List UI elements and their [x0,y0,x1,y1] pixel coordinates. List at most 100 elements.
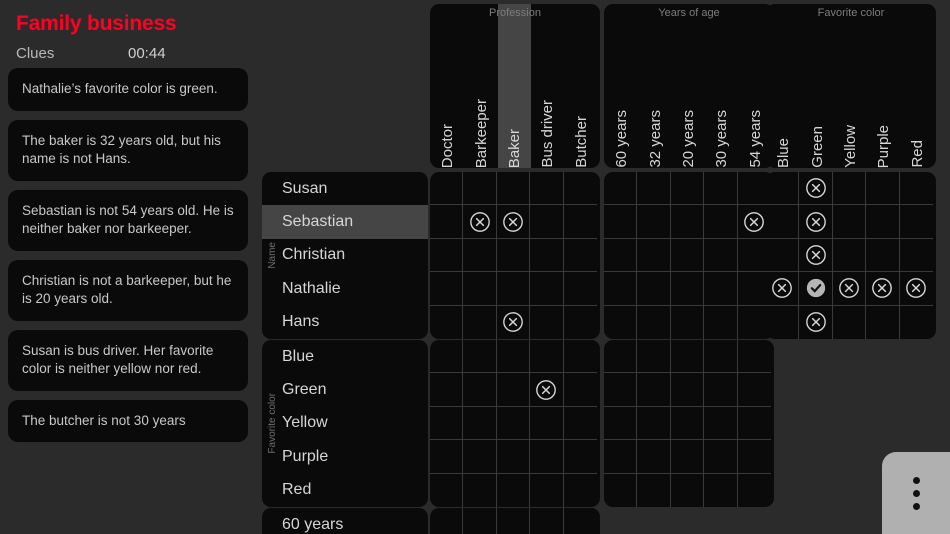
cell-color-age-0-3[interactable] [704,340,738,374]
cell-color-profession-3-0[interactable] [430,440,464,474]
cell-color-profession-2-1[interactable] [463,406,497,441]
cell-name-color-4-1[interactable] [799,305,833,339]
clue-card[interactable]: Sebastian is not 54 years old. He is nei… [8,189,248,251]
cell-name-age-3-0[interactable] [604,272,638,306]
cell-color-profession-3-3[interactable] [530,440,564,474]
row-header-name-4[interactable]: Hans [262,306,428,339]
cell-color-profession-4-4[interactable] [564,474,597,507]
cell-name-color-3-4[interactable] [899,272,933,306]
cell-name-profession-1-0[interactable] [430,205,464,239]
row-header-age-0[interactable]: 60 years [262,508,428,534]
row-header-color-4[interactable]: Red [262,474,428,507]
column-header-profession-4[interactable]: Butcher [565,4,598,168]
cell-name-profession-1-1[interactable] [463,205,497,239]
cell-name-color-3-0[interactable] [766,272,800,306]
column-header-color-3[interactable]: Purple [867,4,900,168]
cell-color-profession-0-1[interactable] [463,340,497,374]
row-header-color-2[interactable]: Yellow [262,407,428,440]
cell-color-age-3-4[interactable] [737,440,771,474]
cell-color-age-3-3[interactable] [704,440,738,474]
row-header-color-0[interactable]: Blue [262,340,428,373]
cell-name-age-3-3[interactable] [704,272,738,306]
cell-color-profession-4-0[interactable] [430,473,464,507]
row-header-name-1[interactable]: Sebastian [262,205,428,239]
cell-name-profession-3-3[interactable] [530,272,564,306]
cell-color-age-4-4[interactable] [738,474,771,507]
cell-color-age-4-3[interactable] [704,473,738,507]
cell-name-age-4-3[interactable] [704,305,738,339]
cell-name-color-0-2[interactable] [832,172,867,206]
cell-name-color-4-2[interactable] [833,305,867,339]
cell-name-age-0-1[interactable] [637,172,671,206]
cell-name-profession-3-0[interactable] [430,272,464,306]
cell-color-profession-3-1[interactable] [463,440,497,474]
cell-name-color-2-1[interactable] [799,238,833,273]
cell-name-age-1-0[interactable] [604,205,638,239]
cell-color-age-1-0[interactable] [604,373,638,407]
cell-color-age-2-1[interactable] [637,406,671,441]
cell-name-color-3-1[interactable] [799,272,833,306]
cell-name-color-1-1[interactable] [799,205,833,239]
cell-age-profession-0-2[interactable] [497,508,531,534]
cell-name-profession-3-4[interactable] [563,272,597,306]
cell-color-profession-1-3[interactable] [530,373,564,407]
clue-card[interactable]: The butcher is not 30 years [8,399,248,442]
cell-name-profession-2-3[interactable] [530,238,564,273]
clue-card[interactable]: Nathalie’s favorite color is green. [8,68,248,111]
row-header-color-3[interactable]: Purple [262,440,428,473]
cell-color-age-2-0[interactable] [604,406,638,441]
cell-color-profession-0-0[interactable] [430,340,464,374]
cell-color-age-1-3[interactable] [704,373,738,407]
cell-color-profession-4-1[interactable] [463,473,497,507]
clue-card[interactable]: The baker is 32 years old, but his name … [8,119,248,181]
cell-name-profession-0-0[interactable] [430,172,464,206]
cell-color-age-0-0[interactable] [604,340,638,374]
cell-color-profession-0-3[interactable] [530,340,564,374]
cell-name-profession-2-0[interactable] [430,238,464,273]
cell-name-profession-0-4[interactable] [563,172,597,206]
cell-color-age-3-0[interactable] [604,440,638,474]
cell-name-age-0-2[interactable] [670,172,705,206]
cell-name-profession-0-2[interactable] [496,172,531,206]
cell-color-profession-2-3[interactable] [530,406,564,441]
clue-card[interactable]: Christian is not a barkeeper, but he is … [8,259,248,321]
cell-color-age-3-1[interactable] [637,440,671,474]
cell-name-profession-1-3[interactable] [530,205,564,239]
cell-name-profession-0-3[interactable] [530,172,564,206]
cell-name-age-2-1[interactable] [637,238,671,273]
cell-name-profession-1-4[interactable] [563,205,597,239]
cell-color-profession-4-3[interactable] [530,473,564,507]
column-header-profession-1[interactable]: Barkeeper [464,4,497,168]
column-header-color-0[interactable]: Blue [767,4,800,168]
cell-age-profession-0-0[interactable] [430,508,464,534]
cell-color-profession-1-0[interactable] [430,373,464,407]
cell-name-age-0-0[interactable] [604,172,638,206]
row-header-name-0[interactable]: Susan [262,172,428,205]
cell-color-profession-0-2[interactable] [496,340,531,374]
cell-age-profession-0-3[interactable] [530,508,564,534]
cell-name-color-0-1[interactable] [799,172,833,206]
cell-color-age-4-0[interactable] [604,473,638,507]
cell-color-age-4-1[interactable] [637,473,671,507]
clue-card[interactable]: Susan is bus driver. Her favorite color … [8,329,248,391]
column-header-age-1[interactable]: 32 years [638,4,671,168]
cell-name-color-4-4[interactable] [900,306,933,339]
cell-name-color-1-3[interactable] [866,205,900,239]
column-header-profession-3[interactable]: Bus driver [531,4,564,168]
cell-color-age-0-1[interactable] [637,340,671,374]
column-header-age-3[interactable]: 30 years [705,4,738,168]
cell-name-color-2-4[interactable] [899,239,933,273]
cell-name-profession-4-0[interactable] [430,305,464,339]
cell-color-age-1-1[interactable] [637,373,671,407]
cell-color-profession-4-2[interactable] [497,473,531,507]
cell-name-age-2-2[interactable] [670,238,705,273]
cell-name-color-4-3[interactable] [866,305,900,339]
matrix-color-profession[interactable] [430,340,600,507]
cell-name-age-2-0[interactable] [604,238,638,273]
cell-name-profession-2-1[interactable] [463,238,497,273]
cell-name-color-2-0[interactable] [766,238,800,273]
row-header-color-1[interactable]: Green [262,373,428,406]
column-header-profession-0[interactable]: Doctor [431,4,464,168]
cell-name-profession-4-4[interactable] [564,306,597,339]
cell-name-profession-2-4[interactable] [563,239,597,273]
